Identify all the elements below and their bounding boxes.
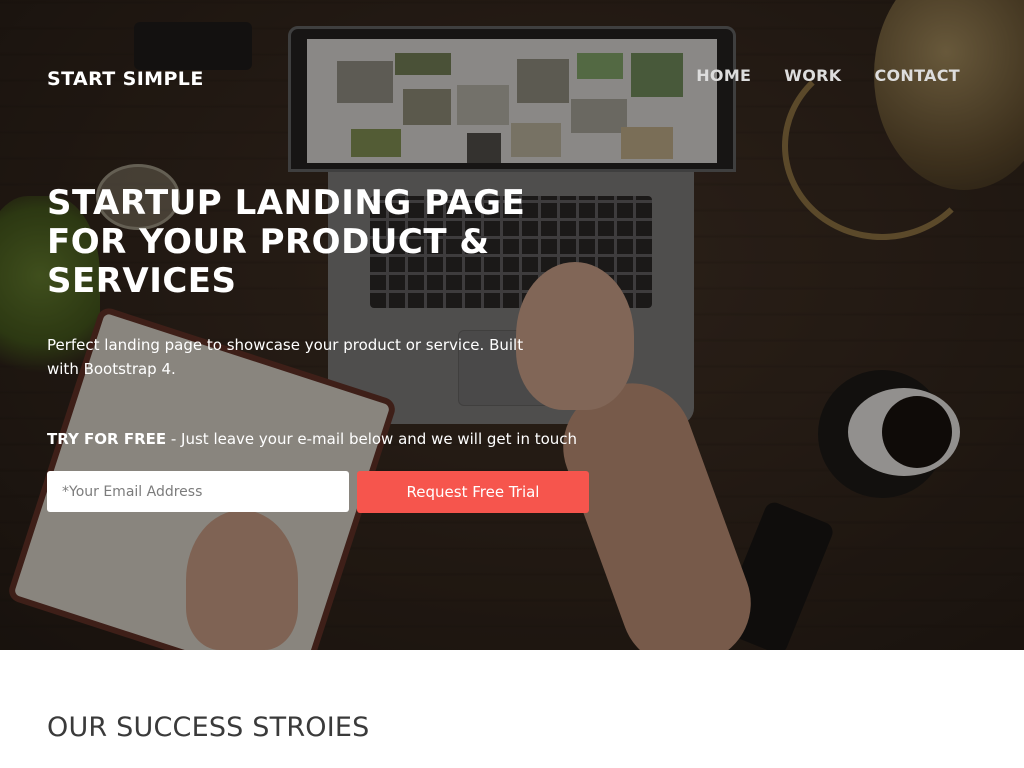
request-trial-button[interactable]: Request Free Trial <box>357 471 589 513</box>
hero-headline: STARTUP LANDING PAGE FOR YOUR PRODUCT & … <box>47 183 526 301</box>
nav-item-home[interactable]: HOME <box>696 66 751 85</box>
section-title: OUR SUCCESS STROIES <box>47 712 370 743</box>
main-nav: HOME WORK CONTACT <box>696 66 960 85</box>
hero-subhead: Perfect landing page to showcase your pr… <box>47 336 524 378</box>
nav-item-work[interactable]: WORK <box>784 66 841 85</box>
hero-overlay <box>0 0 1024 650</box>
cta-rest: - Just leave your e-mail below and we wi… <box>166 430 578 448</box>
cta-strong: TRY FOR FREE <box>47 430 167 448</box>
hero-section: START SIMPLE HOME WORK CONTACT STARTUP L… <box>0 0 1024 650</box>
nav-item-contact[interactable]: CONTACT <box>874 66 960 85</box>
email-input[interactable] <box>47 471 349 512</box>
cta-line: TRY FOR FREE - Just leave your e-mail be… <box>47 430 577 448</box>
brand-logo[interactable]: START SIMPLE <box>47 68 204 90</box>
